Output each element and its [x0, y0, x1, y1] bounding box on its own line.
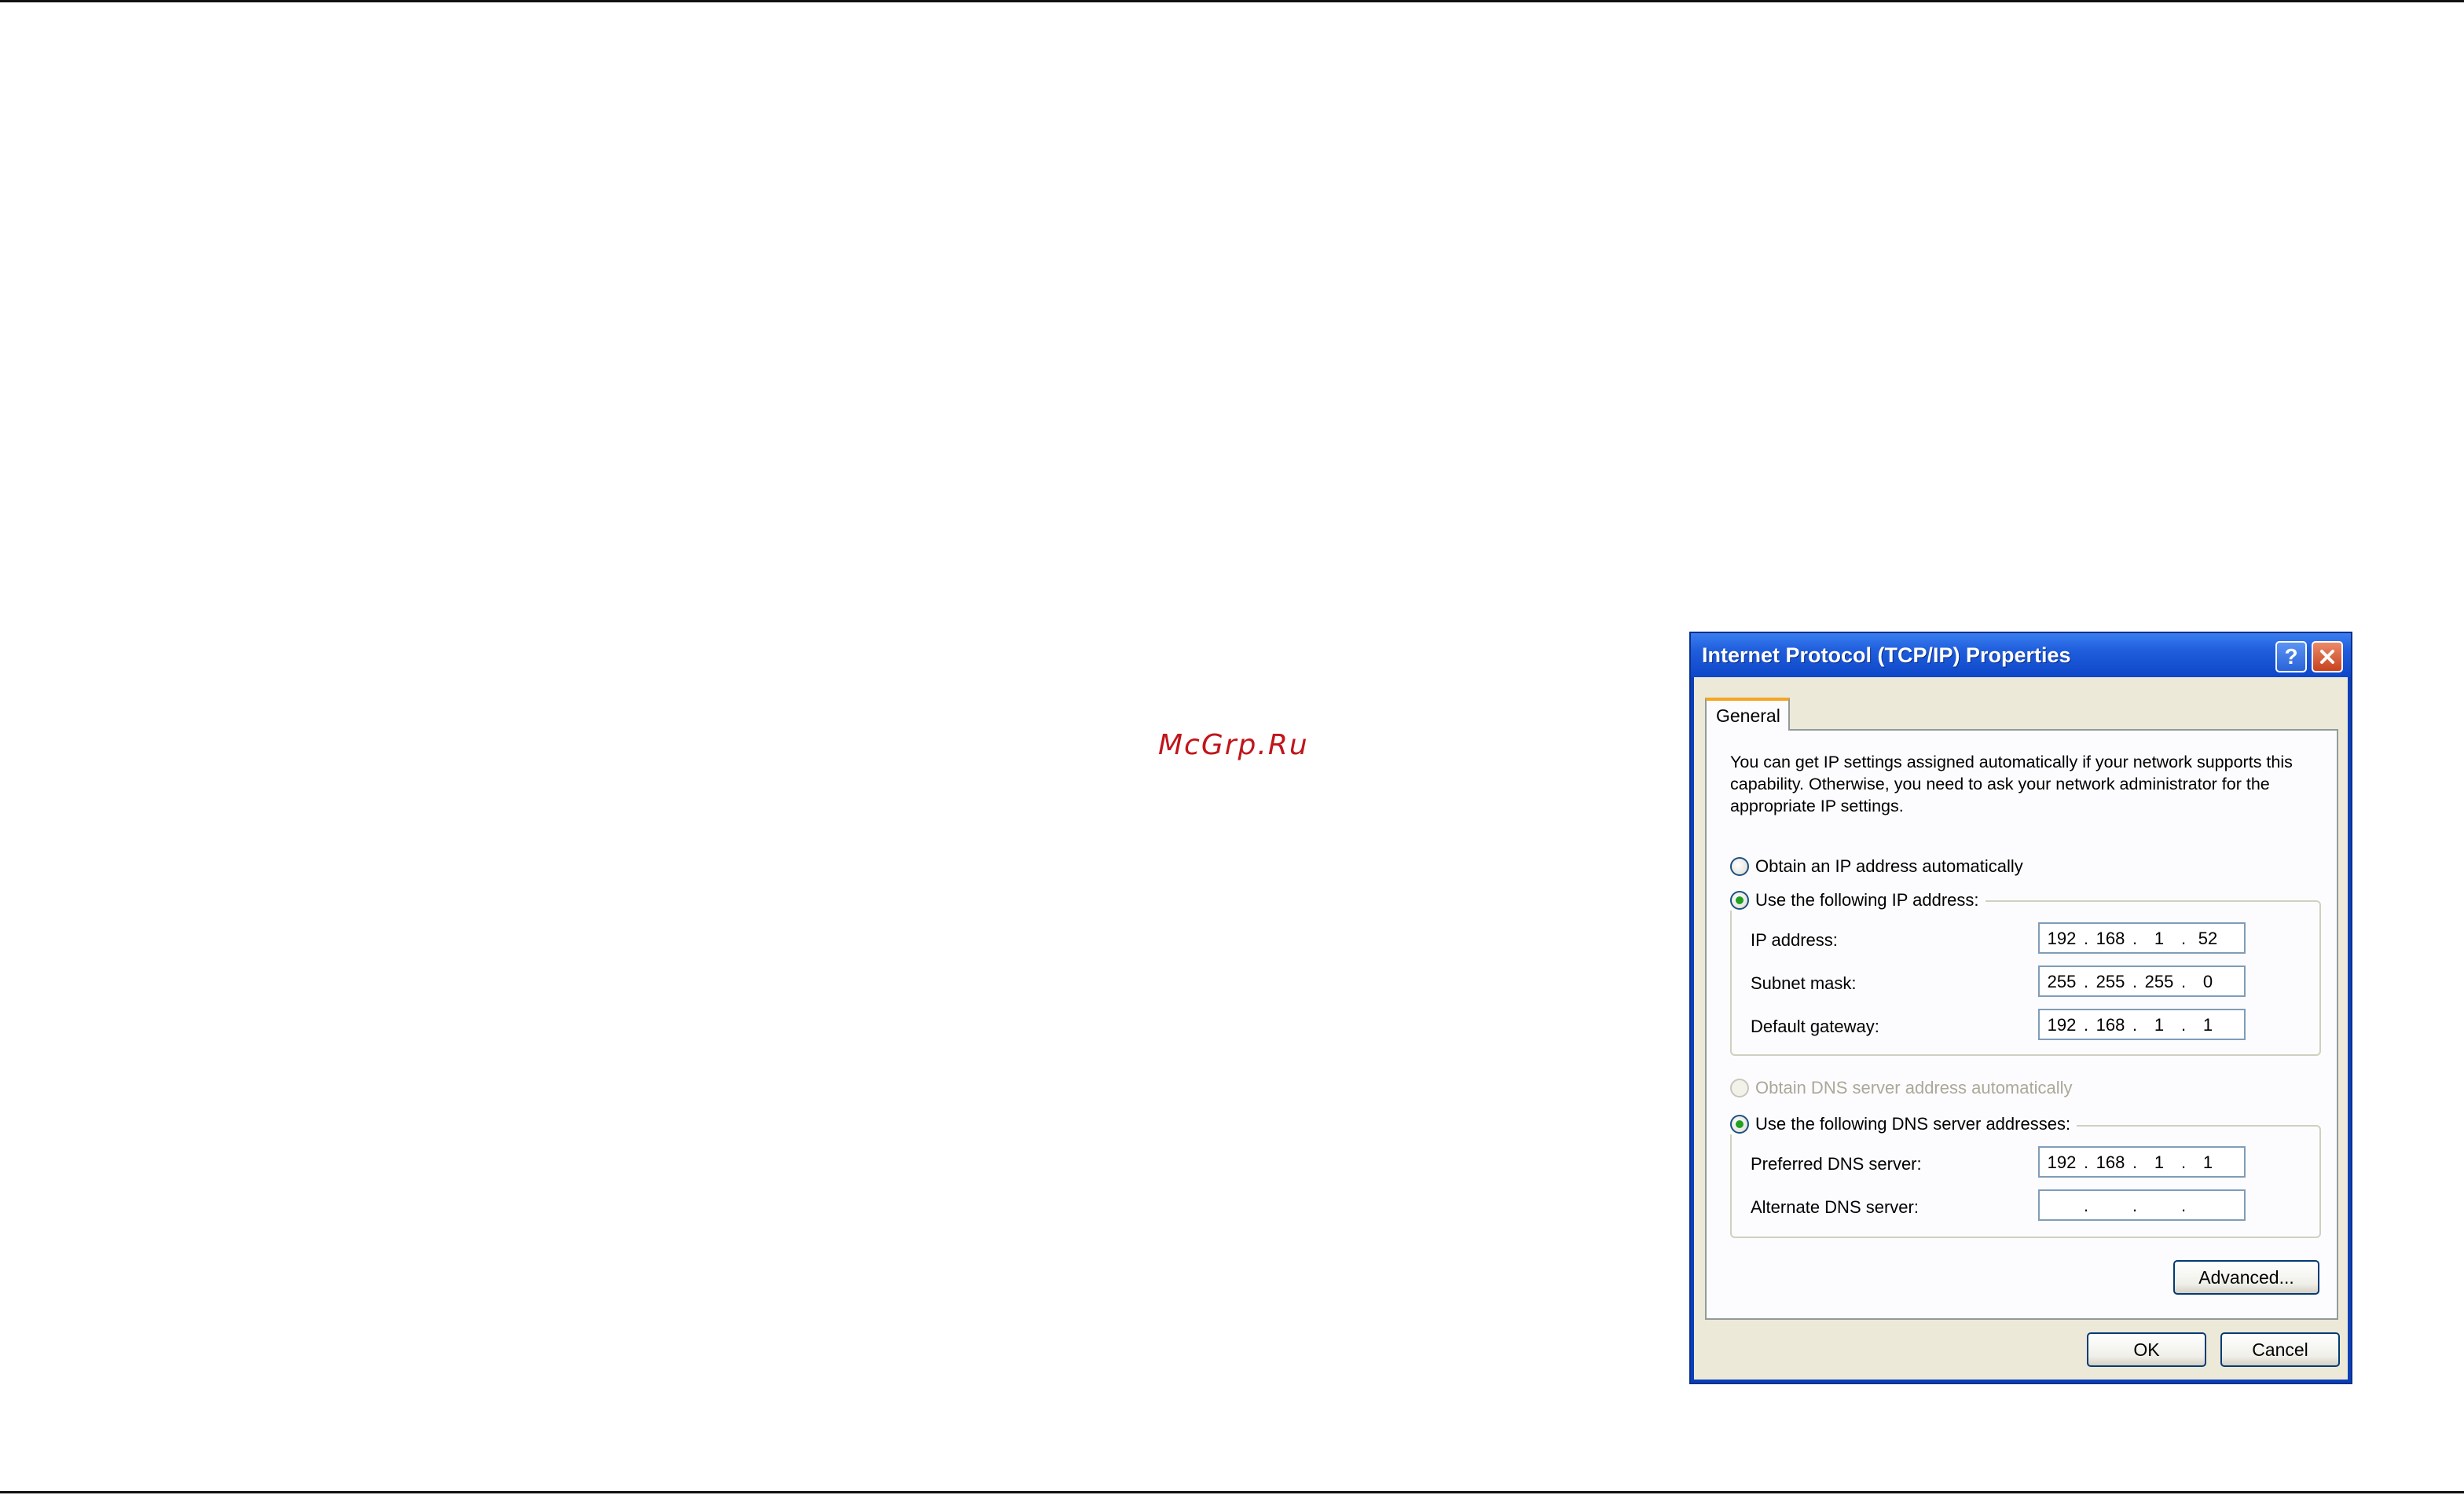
- help-icon: ?: [2284, 644, 2298, 669]
- alternate-dns-field[interactable]: . . .: [2038, 1189, 2246, 1221]
- default-gateway-octet-3: 1: [2154, 1015, 2165, 1035]
- ip-address-label: IP address:: [1751, 930, 1838, 950]
- watermark: McGrp.Ru: [1158, 729, 1309, 761]
- bottom-rule: [0, 1491, 2464, 1493]
- subnet-mask-octet-3: 255: [2144, 972, 2174, 991]
- alternate-dns-label: Alternate DNS server:: [1751, 1197, 1919, 1217]
- default-gateway-octet-1: 192: [2047, 1015, 2077, 1035]
- preferred-dns-label: Preferred DNS server:: [1751, 1154, 1922, 1174]
- default-gateway-field[interactable]: 192. 168. 1. 1: [2038, 1009, 2246, 1040]
- use-following-dns-radio[interactable]: [1730, 1115, 1749, 1134]
- obtain-ip-auto-radio[interactable]: [1730, 857, 1749, 876]
- dialog-titlebar[interactable]: Internet Protocol (TCP/IP) Properties ?: [1691, 633, 2351, 677]
- dialog-title: Internet Protocol (TCP/IP) Properties: [1702, 643, 2071, 667]
- dialog-client-area: General You can get IP settings assigned…: [1694, 677, 2348, 1380]
- default-gateway-label: Default gateway:: [1751, 1017, 1879, 1036]
- subnet-mask-field[interactable]: 255. 255. 255. 0: [2038, 966, 2246, 997]
- ip-address-field[interactable]: 192. 168. 1. 52: [2038, 922, 2246, 954]
- ip-address-octet-1: 192: [2047, 929, 2077, 948]
- subnet-mask-label: Subnet mask:: [1751, 973, 1857, 993]
- preferred-dns-field[interactable]: 192. 168. 1. 1: [2038, 1146, 2246, 1178]
- cancel-button[interactable]: Cancel: [2220, 1332, 2340, 1367]
- use-following-dns-option[interactable]: Use the following DNS server addresses:: [1730, 1114, 2077, 1134]
- top-rule: [0, 0, 2464, 2]
- close-button[interactable]: [2312, 641, 2343, 672]
- tab-general[interactable]: General: [1705, 698, 1790, 731]
- general-tab-page: You can get IP settings assigned automat…: [1705, 729, 2338, 1320]
- preferred-dns-octet-4: 1: [2202, 1152, 2213, 1172]
- obtain-ip-auto-label: Obtain an IP address automatically: [1755, 856, 2023, 876]
- use-following-ip-radio[interactable]: [1730, 891, 1749, 910]
- subnet-mask-octet-4: 0: [2202, 972, 2213, 991]
- description-text: You can get IP settings assigned automat…: [1730, 753, 2293, 815]
- obtain-ip-auto-option[interactable]: Obtain an IP address automatically: [1730, 856, 2030, 877]
- preferred-dns-octet-2: 168: [2096, 1152, 2125, 1172]
- subnet-mask-octet-2: 255: [2096, 972, 2125, 991]
- subnet-mask-octet-1: 255: [2047, 972, 2077, 991]
- preferred-dns-octet-1: 192: [2047, 1152, 2077, 1172]
- help-button[interactable]: ?: [2275, 641, 2307, 672]
- use-following-dns-label: Use the following DNS server addresses:: [1755, 1114, 2071, 1134]
- tcpip-properties-dialog: Internet Protocol (TCP/IP) Properties ? …: [1689, 632, 2352, 1384]
- obtain-dns-auto-radio[interactable]: [1730, 1079, 1749, 1097]
- preferred-dns-octet-3: 1: [2154, 1152, 2165, 1172]
- ip-address-octet-3: 1: [2154, 929, 2165, 948]
- advanced-button[interactable]: Advanced...: [2173, 1260, 2319, 1295]
- tab-general-label: General: [1716, 705, 1780, 726]
- ip-address-octet-4: 52: [2198, 929, 2218, 948]
- use-following-ip-option[interactable]: Use the following IP address:: [1730, 890, 1986, 911]
- obtain-dns-auto-label: Obtain DNS server address automatically: [1755, 1078, 2073, 1097]
- close-icon: [2320, 650, 2334, 664]
- default-gateway-octet-2: 168: [2096, 1015, 2125, 1035]
- ip-address-octet-2: 168: [2096, 929, 2125, 948]
- ok-button[interactable]: OK: [2087, 1332, 2206, 1367]
- use-following-ip-label: Use the following IP address:: [1755, 890, 1979, 910]
- static-dns-group: [1730, 1125, 2321, 1238]
- default-gateway-octet-4: 1: [2202, 1015, 2213, 1035]
- obtain-dns-auto-option[interactable]: Obtain DNS server address automatically: [1730, 1078, 2079, 1098]
